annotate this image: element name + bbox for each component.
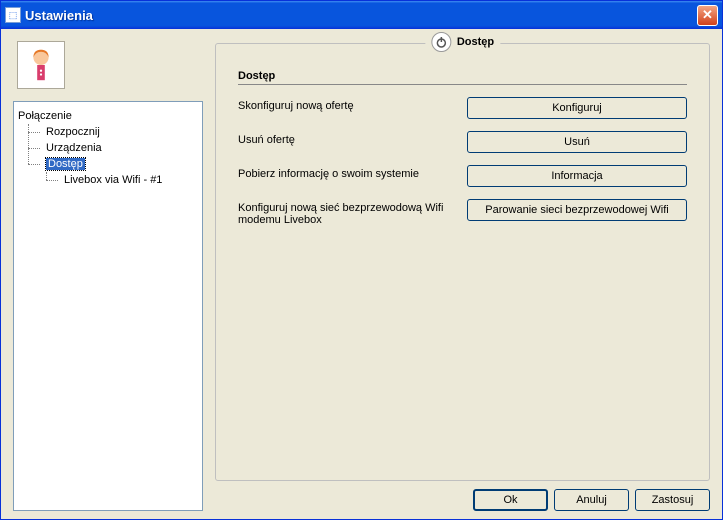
label-remove-offer: Usuń ofertę (238, 131, 467, 146)
cancel-button[interactable]: Anuluj (554, 489, 629, 511)
row-sysinfo: Pobierz informację o swoim systemie Info… (238, 165, 687, 187)
group-title: Dostęp (425, 32, 500, 52)
ok-button[interactable]: Ok (473, 489, 548, 511)
right-column: Dostęp Dostęp Skonfiguruj nową ofertę Ko… (215, 39, 710, 511)
settings-window: ⬚ Ustawienia ✕ Połącz (0, 0, 723, 520)
group-title-text: Dostęp (457, 36, 494, 48)
close-icon[interactable]: ✕ (697, 5, 718, 26)
power-icon (431, 32, 451, 52)
row-wifi-pair: Konfiguruj nową sieć bezprzewodową Wifi … (238, 199, 687, 226)
information-button[interactable]: Informacja (467, 165, 687, 187)
label-sysinfo: Pobierz informację o swoim systemie (238, 165, 467, 180)
tree-root-connection[interactable]: Połączenie (18, 108, 198, 124)
apply-button[interactable]: Zastosuj (635, 489, 710, 511)
titlebar[interactable]: ⬚ Ustawienia ✕ (1, 1, 722, 29)
configure-button[interactable]: Konfiguruj (467, 97, 687, 119)
app-icon: ⬚ (5, 7, 21, 23)
navigation-tree[interactable]: Połączenie Rozpocznij Urządzenia Dostęp … (13, 101, 203, 511)
tree-item-urzadzenia[interactable]: Urządzenia (36, 140, 198, 156)
row-configure-offer: Skonfiguruj nową ofertę Konfiguruj (238, 97, 687, 119)
content-area: Połączenie Rozpocznij Urządzenia Dostęp … (1, 29, 722, 519)
label-wifi-pair: Konfiguruj nową sieć bezprzewodową Wifi … (238, 199, 467, 226)
tree-item-rozpocznij[interactable]: Rozpocznij (36, 124, 198, 140)
left-column: Połączenie Rozpocznij Urządzenia Dostęp … (13, 39, 203, 511)
tree-item-livebox[interactable]: Livebox via Wifi - #1 (54, 172, 198, 188)
person-icon (22, 46, 60, 84)
label-configure-offer: Skonfiguruj nową ofertę (238, 97, 467, 112)
section-header: Dostęp (238, 70, 687, 85)
wifi-pair-button[interactable]: Parowanie sieci bezprzewodowej Wifi (467, 199, 687, 221)
row-remove-offer: Usuń ofertę Usuń (238, 131, 687, 153)
window-title: Ustawienia (25, 8, 697, 23)
tree-item-dostep[interactable]: Dostęp (36, 156, 198, 172)
main-area: Połączenie Rozpocznij Urządzenia Dostęp … (13, 39, 710, 511)
dialog-footer: Ok Anuluj Zastosuj (215, 489, 710, 511)
remove-button[interactable]: Usuń (467, 131, 687, 153)
access-groupbox: Dostęp Dostęp Skonfiguruj nową ofertę Ko… (215, 43, 710, 481)
avatar (17, 41, 65, 89)
